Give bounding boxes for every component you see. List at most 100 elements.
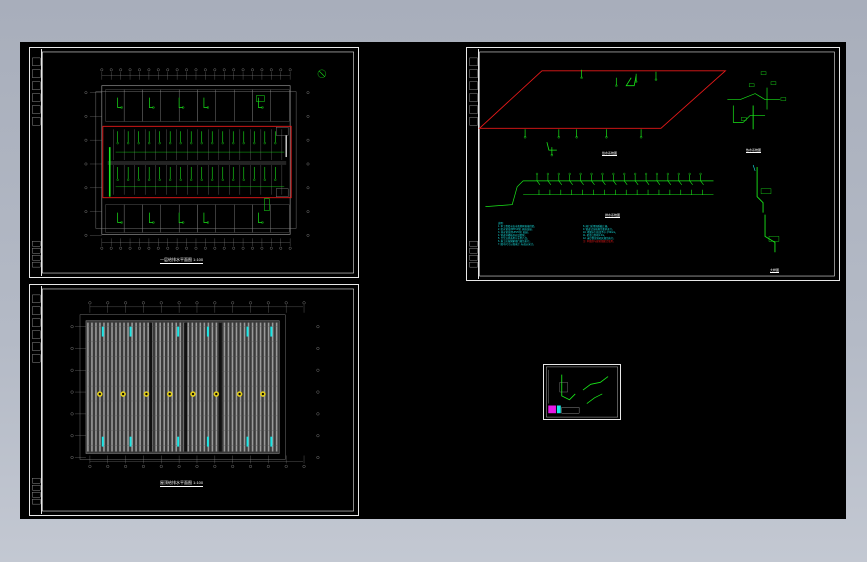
axis-bubble — [284, 464, 288, 468]
axis-bubble — [266, 301, 270, 305]
detail-marker — [752, 164, 756, 172]
room — [215, 89, 235, 122]
title-cell — [469, 69, 478, 78]
sheet-system-diagrams[interactable]: 给水系统图 排水系统图 热水系统图 大样图 说明: 1. 本工程给水由市政管网直… — [466, 47, 840, 281]
title-cell — [32, 57, 41, 66]
title-cell — [32, 306, 41, 315]
drawing-viewport[interactable]: 一层给排水平面图 1:100 屋顶给排水平面图 1:100 给水系统图 排水系统… — [20, 42, 846, 519]
fixture-node — [655, 172, 659, 176]
title-cell — [32, 105, 41, 114]
axis-bubble — [269, 246, 273, 250]
axis-bubble — [159, 464, 163, 468]
sheet-roof-plan[interactable]: 屋顶给排水平面图 1:100 — [29, 284, 359, 516]
water-supply-caption: 给水系统图 — [602, 151, 618, 156]
axis-bubble — [222, 68, 226, 72]
axis-bubble — [84, 115, 88, 118]
drainage-branch — [700, 174, 704, 185]
roof-drain-core — [215, 392, 218, 396]
note-line: 7. 图中尺寸以毫米计, 标高以米计。 — [498, 243, 536, 246]
floor-drain — [169, 142, 172, 145]
axis-bubble — [194, 246, 198, 250]
title-cell — [32, 354, 41, 363]
axis-bubble — [302, 301, 306, 305]
design-notes-2: 8. 阀门采用铜质截止阀。 9. 管道试压按规范要求进行。 10. 地漏水封高度不小… — [583, 225, 618, 243]
pipe-run — [625, 75, 637, 87]
axis-bubble — [177, 301, 181, 305]
valve — [770, 81, 777, 85]
title-cell — [469, 93, 478, 102]
axis-bubble — [124, 301, 128, 305]
axis-bubble — [84, 91, 88, 94]
floor-drain — [253, 178, 256, 181]
north-arrow-icon — [318, 70, 326, 77]
drainage-branch — [558, 174, 563, 185]
fixture-node — [535, 172, 539, 176]
room — [252, 89, 271, 122]
fixture-node — [546, 172, 549, 176]
axis-bubble — [204, 246, 207, 250]
fixture-node — [677, 172, 680, 176]
roof-drain-core — [238, 392, 241, 396]
axis-bubble — [260, 68, 264, 72]
floor-drain — [232, 178, 235, 181]
floor-drain — [232, 142, 235, 145]
sheet-floor-plan[interactable]: 一层给排水平面图 1:100 — [29, 47, 359, 278]
axis-bubble — [124, 464, 128, 468]
title-cell — [32, 248, 41, 254]
axis-bubble — [88, 464, 92, 468]
axis-bubble — [241, 246, 245, 250]
axis-bubble — [288, 246, 292, 250]
axis-bubble — [306, 138, 310, 142]
building-outline-outer — [95, 91, 297, 229]
riser-marker — [270, 436, 273, 447]
roof-drain-core — [191, 392, 195, 396]
axis-bubble — [109, 68, 113, 72]
axis-bubble — [185, 246, 188, 250]
axis-bubble — [70, 346, 74, 350]
fixture-node — [579, 172, 582, 176]
fixture-node — [623, 172, 626, 176]
floor-drain — [137, 178, 140, 181]
axis-bubble — [288, 68, 292, 72]
axis-bubble — [84, 162, 88, 166]
axis-bubble — [266, 464, 270, 468]
fixture-pipe — [203, 212, 208, 223]
axis-bubble — [175, 246, 179, 250]
title-cell — [32, 498, 41, 505]
thumb-pipe — [561, 374, 576, 401]
riser-marker — [206, 326, 209, 337]
axis-bubble — [84, 210, 88, 213]
axis-bubble — [106, 301, 110, 305]
axis-bubble — [195, 301, 199, 305]
title-cell — [469, 117, 478, 126]
axis-bubble — [70, 325, 74, 329]
floor-drain — [263, 178, 266, 181]
axis-bubble — [232, 68, 236, 72]
axis-bubble — [138, 68, 141, 72]
riser-marker — [270, 326, 273, 337]
axis-bubble — [147, 246, 151, 250]
title-cell — [32, 330, 41, 339]
room — [270, 89, 290, 122]
title-cell — [32, 93, 41, 102]
thumb-fixture — [559, 382, 568, 393]
drainage-branch — [613, 174, 617, 185]
riser-marker — [129, 436, 132, 447]
floor-drain — [200, 178, 203, 181]
floor-drain — [242, 178, 245, 181]
title-cell — [32, 81, 41, 90]
thumb-legend-swatch — [556, 405, 561, 414]
thumb-legend-swatch — [548, 405, 556, 414]
axis-bubble — [159, 301, 163, 305]
axis-bubble — [70, 412, 74, 416]
axis-bubble — [166, 246, 170, 250]
detail-caption: 大样图 — [770, 268, 780, 273]
axis-bubble — [213, 301, 217, 305]
sheet-detail-thumbnail[interactable] — [543, 364, 621, 420]
riser-marker — [101, 436, 104, 447]
axis-bubble — [177, 464, 181, 468]
floor-drain — [253, 142, 256, 145]
detail-fitting — [760, 188, 772, 194]
roof-drain-core — [98, 392, 102, 396]
fixture-node — [666, 172, 669, 176]
